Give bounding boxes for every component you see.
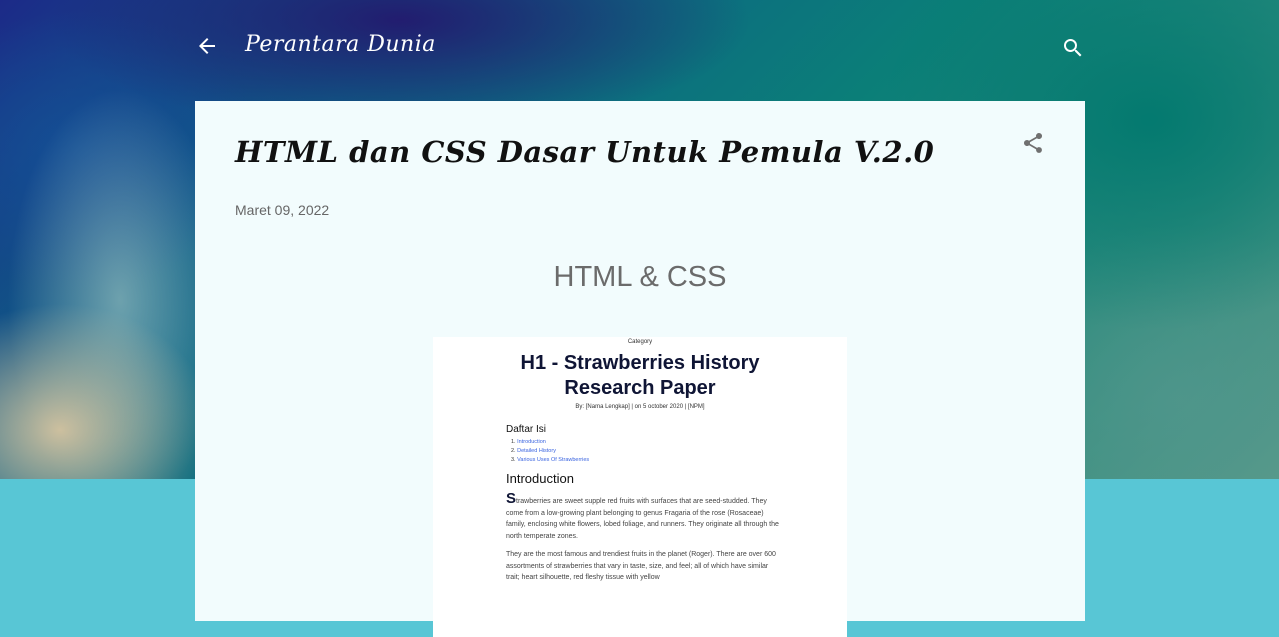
article-preview-image[interactable]: Category H1 - Strawberries History Resea…	[433, 337, 847, 637]
share-icon	[1024, 132, 1043, 153]
toc-item-link: Detailed History	[517, 448, 556, 454]
search-icon	[1064, 39, 1082, 57]
toc-item-link: Introduction	[517, 439, 546, 445]
drop-cap: S	[506, 490, 517, 507]
blog-title[interactable]: Perantara Dunia	[245, 32, 436, 57]
doc-toc-title: Daftar Isi	[506, 424, 547, 435]
toc-item: 3. Various Uses Of Strawberries	[511, 456, 847, 465]
post-date[interactable]: Maret 09, 2022	[235, 202, 329, 218]
doc-paragraph: They are the most famous and trendiest f…	[506, 551, 776, 581]
toc-item-number: 3.	[511, 457, 516, 463]
doc-paragraph-text: trawberries are sweet supple red fruits …	[506, 498, 779, 540]
toc-item-link: Various Uses Of Strawberries	[517, 457, 590, 463]
toc-item: 1. Introduction	[511, 438, 847, 447]
doc-section-title: Introduction	[506, 471, 574, 486]
post-card: HTML dan CSS Dasar Untuk Pemula V.2.0 Ma…	[195, 101, 1085, 637]
doc-toc: 1. Introduction 2. Detailed History 3. V…	[511, 438, 847, 465]
post-title: HTML dan CSS Dasar Untuk Pemula V.2.0	[235, 135, 935, 169]
arrow-back-icon	[199, 38, 215, 54]
doc-category: Category	[627, 339, 653, 345]
doc-byline: By: [Nama Lengkap] | on 5 october 2020 |…	[575, 404, 705, 410]
search-button[interactable]	[1061, 36, 1085, 60]
doc-paragraph: Strawberries are sweet supple red fruits…	[506, 490, 779, 542]
toc-item: 2. Detailed History	[511, 447, 847, 456]
back-button[interactable]	[195, 34, 219, 58]
share-button[interactable]	[1021, 131, 1045, 155]
content-heading: HTML & CSS	[553, 261, 727, 293]
top-bar: Perantara Dunia	[195, 28, 1085, 68]
toc-item-number: 1.	[511, 439, 516, 445]
doc-title: H1 - Strawberries History Research Paper	[520, 352, 760, 399]
toc-item-number: 2.	[511, 448, 516, 454]
